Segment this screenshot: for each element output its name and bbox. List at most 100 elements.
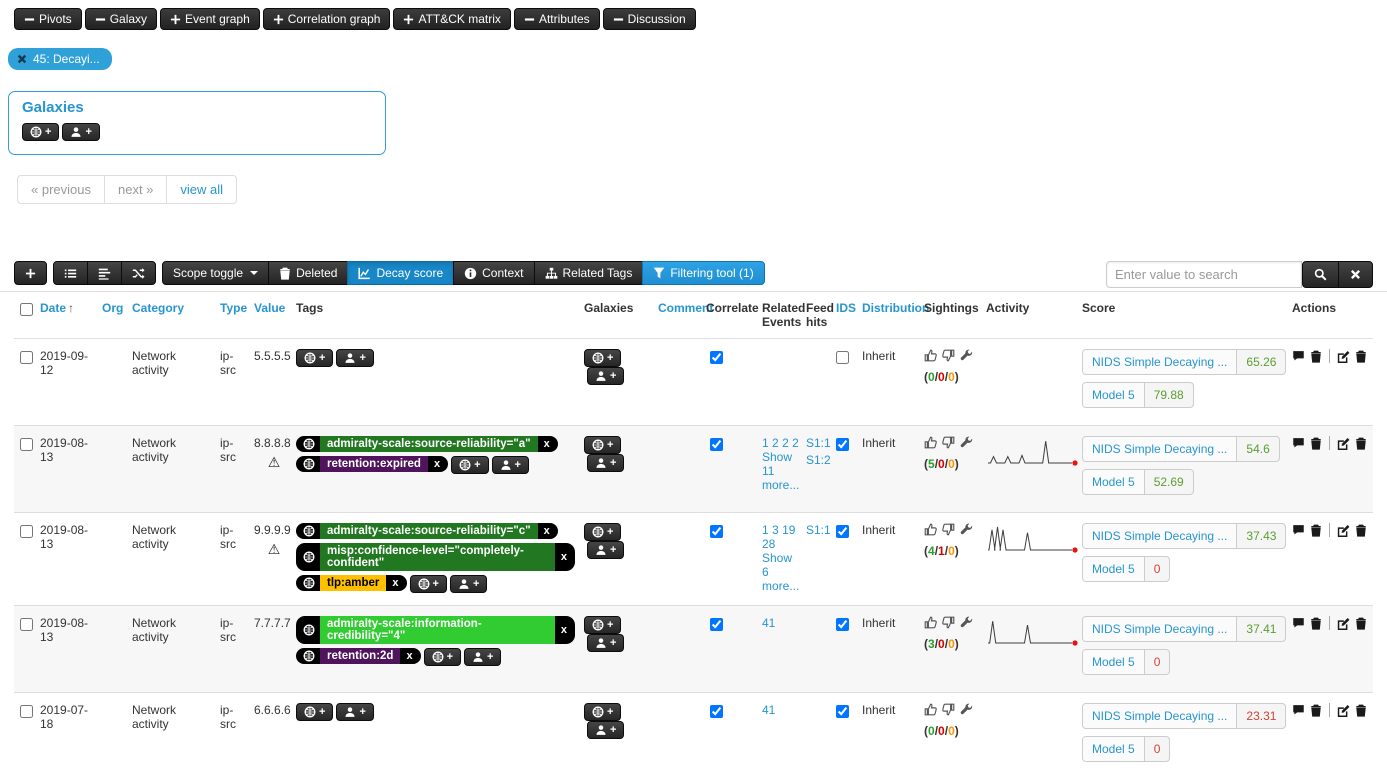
row-select-checkbox[interactable] (20, 525, 33, 538)
edit-icon[interactable] (1337, 350, 1350, 363)
ids-checkbox[interactable] (836, 438, 849, 451)
column-header-ids[interactable]: IDS (836, 292, 862, 339)
add-local-tag-button[interactable]: + (336, 703, 373, 721)
add-local-galaxy-button[interactable]: + (587, 367, 624, 385)
comment-icon[interactable] (1292, 617, 1305, 629)
remove-tag-icon[interactable]: x (400, 648, 420, 664)
tab-galaxy[interactable]: Galaxy (85, 8, 157, 30)
related-event-link[interactable]: 41 (762, 616, 775, 630)
delete-icon[interactable] (1355, 350, 1367, 363)
ids-checkbox[interactable] (836, 525, 849, 538)
tag[interactable]: retention:2dx (296, 648, 421, 664)
thumbs-down-icon[interactable] (942, 523, 955, 539)
column-header-category[interactable]: Category (132, 292, 220, 339)
remove-tag-icon[interactable]: x (538, 436, 558, 452)
add-attribute-button[interactable] (14, 261, 47, 285)
delete-icon[interactable] (1310, 617, 1322, 630)
remove-tag-icon[interactable]: x (428, 456, 448, 472)
view-mode-align-button[interactable] (87, 261, 122, 285)
show-more-link[interactable]: Show 6 more... (762, 551, 799, 593)
thumbs-down-icon[interactable] (942, 703, 955, 719)
add-local-tag-button[interactable]: + (450, 575, 487, 593)
tab-discussion[interactable]: Discussion (603, 8, 696, 30)
wrench-icon[interactable] (960, 703, 973, 719)
related-event-link[interactable]: 3 (772, 523, 779, 537)
add-local-galaxy-button[interactable]: + (587, 721, 624, 739)
thumbs-down-icon[interactable] (942, 616, 955, 632)
comment-icon[interactable] (1292, 704, 1305, 716)
clear-search-button[interactable] (1338, 261, 1373, 288)
remove-tag-icon[interactable]: x (538, 523, 558, 539)
related-event-link[interactable]: 1 (762, 436, 769, 450)
close-icon[interactable] (17, 54, 27, 64)
thumbs-down-icon[interactable] (942, 436, 955, 452)
tag[interactable]: tlp:amberx (296, 575, 407, 591)
tag[interactable]: misp:confidence-level="completely-confid… (296, 543, 575, 571)
tag[interactable]: admiralty-scale:information-credibility=… (296, 616, 575, 644)
row-select-checkbox[interactable] (20, 618, 33, 631)
edit-icon[interactable] (1337, 617, 1350, 630)
decay-score-badge[interactable]: Model 50 (1082, 556, 1170, 582)
add-global-tag-button[interactable]: + (410, 575, 447, 593)
column-header-date[interactable]: Date↑ (40, 292, 102, 339)
view-all-button[interactable]: view all (167, 175, 237, 204)
column-header-value[interactable]: Value (254, 292, 296, 339)
correlate-checkbox[interactable] (710, 525, 723, 538)
add-local-galaxy-button[interactable]: + (62, 123, 99, 141)
feed-hit-link[interactable]: S1:2 (806, 453, 830, 467)
remove-tag-icon[interactable]: x (555, 543, 575, 571)
thumbs-up-icon[interactable] (924, 523, 937, 539)
remove-tag-icon[interactable]: x (555, 616, 575, 644)
add-local-galaxy-button[interactable]: + (587, 454, 624, 472)
add-local-tag-button[interactable]: + (336, 349, 373, 367)
column-header-type[interactable]: Type (220, 292, 254, 339)
comment-icon[interactable] (1292, 437, 1305, 449)
add-galaxy-button[interactable]: + (584, 349, 621, 367)
view-mode-list-button[interactable] (53, 261, 88, 285)
thumbs-down-icon[interactable] (942, 349, 955, 365)
ids-checkbox[interactable] (836, 705, 849, 718)
decay-score-badge[interactable]: NIDS Simple Decaying ...37.41 (1082, 616, 1286, 642)
search-input[interactable] (1106, 261, 1302, 288)
related-event-link[interactable]: 19 (782, 523, 795, 537)
tab-att-ck-matrix[interactable]: ATT&CK matrix (393, 8, 510, 30)
add-local-tag-button[interactable]: + (492, 456, 529, 474)
decay-score-button[interactable]: Decay score (347, 261, 454, 285)
thumbs-up-icon[interactable] (924, 703, 937, 719)
select-all-checkbox[interactable] (20, 303, 33, 316)
decay-score-badge[interactable]: Model 50 (1082, 649, 1170, 675)
related-event-link[interactable]: 28 (762, 537, 775, 551)
related-tags-button[interactable]: Related Tags (534, 261, 644, 285)
wrench-icon[interactable] (960, 616, 973, 632)
add-galaxy-button[interactable]: + (22, 123, 59, 141)
tag[interactable]: admiralty-scale:source-reliability="c"x (296, 523, 558, 539)
tab-correlation-graph[interactable]: Correlation graph (263, 8, 391, 30)
correlate-checkbox[interactable] (710, 438, 723, 451)
related-event-link[interactable]: 2 (782, 436, 789, 450)
add-local-galaxy-button[interactable]: + (587, 541, 624, 559)
delete-icon[interactable] (1310, 350, 1322, 363)
delete-icon[interactable] (1310, 437, 1322, 450)
wrench-icon[interactable] (960, 436, 973, 452)
tag[interactable]: admiralty-scale:source-reliability="a"x (296, 436, 558, 452)
tab-pivots[interactable]: Pivots (14, 8, 82, 30)
correlate-checkbox[interactable] (710, 618, 723, 631)
correlate-checkbox[interactable] (710, 705, 723, 718)
edit-icon[interactable] (1337, 524, 1350, 537)
view-mode-shuffle-button[interactable] (121, 261, 156, 285)
tab-event-graph[interactable]: Event graph (160, 8, 260, 30)
related-event-link[interactable]: 2 (792, 436, 799, 450)
column-header-distribution[interactable]: Distribution (862, 292, 924, 339)
add-local-tag-button[interactable]: + (464, 648, 501, 666)
add-global-tag-button[interactable]: + (296, 703, 333, 721)
feed-hit-link[interactable]: S1:1 (806, 436, 830, 450)
filter-tag-pill[interactable]: 45: Decayi... (8, 48, 112, 70)
feed-hit-link[interactable]: S1:1 (806, 523, 830, 537)
decay-score-badge[interactable]: NIDS Simple Decaying ...54.6 (1082, 436, 1280, 462)
delete-icon[interactable] (1355, 704, 1367, 717)
edit-icon[interactable] (1337, 437, 1350, 450)
add-galaxy-button[interactable]: + (584, 703, 621, 721)
delete-icon[interactable] (1355, 437, 1367, 450)
delete-icon[interactable] (1310, 704, 1322, 717)
wrench-icon[interactable] (960, 349, 973, 365)
